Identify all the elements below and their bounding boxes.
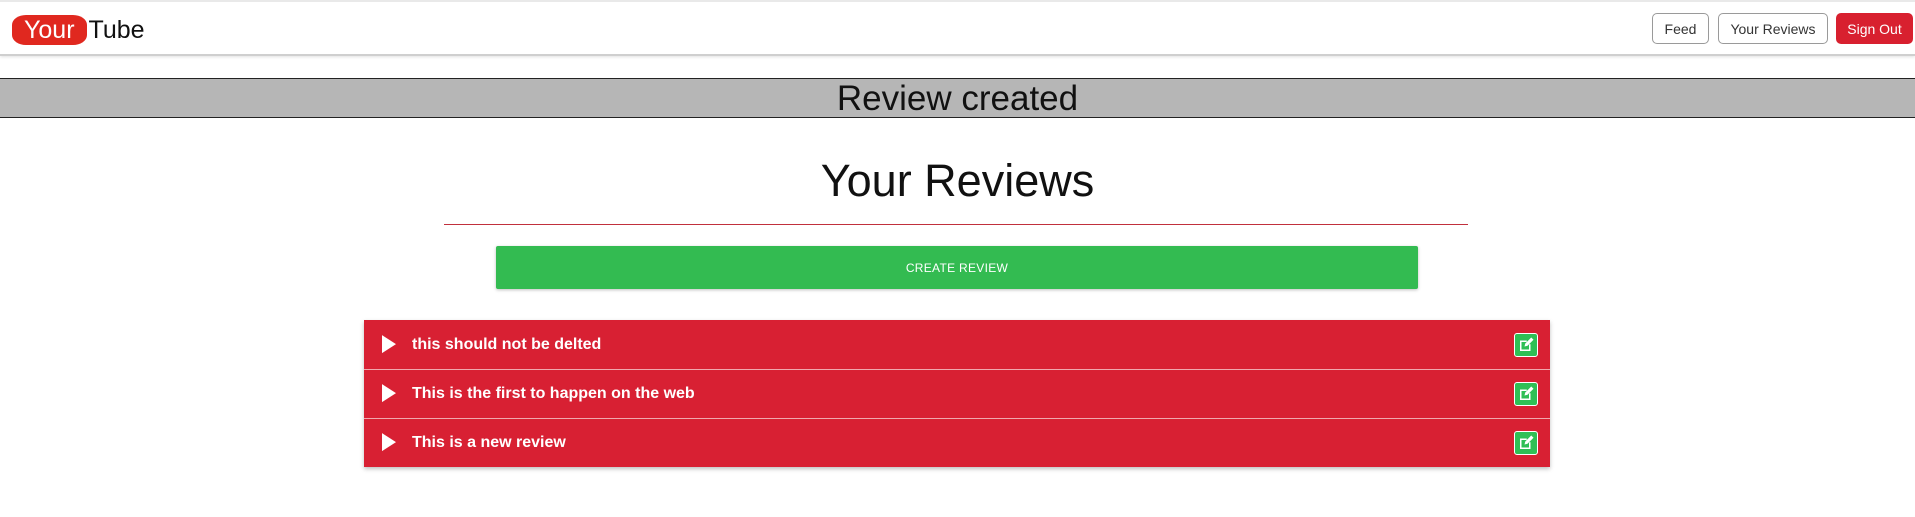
brand-tube: Tube [88,15,145,44]
review-title: this should not be delted [412,335,602,353]
navbar: Your Tube Feed Your Reviews Sign Out [0,0,1915,56]
alert-message: Review created [836,78,1079,118]
title-divider [444,224,1468,225]
sign-out-button[interactable]: Sign Out [1836,13,1913,44]
play-icon[interactable] [382,384,396,403]
brand-your: Your [12,15,87,45]
edit-icon[interactable] [1514,431,1538,455]
feed-button[interactable]: Feed [1652,13,1709,44]
play-icon[interactable] [382,334,396,353]
page-title: Your Reviews [820,155,1095,206]
review-title: This is a new review [412,434,566,451]
review-list: this should not be delted This is the fi… [364,320,1550,467]
alert-banner: Review created [0,78,1915,118]
review-item[interactable]: This is a new review [364,418,1550,467]
edit-icon[interactable] [1514,332,1538,357]
edit-icon[interactable] [1514,382,1538,406]
play-icon[interactable] [382,433,396,452]
review-item[interactable]: This is the first to happen on the web [364,369,1550,418]
your-reviews-button[interactable]: Your Reviews [1718,13,1828,44]
review-item[interactable]: this should not be delted [364,320,1550,369]
create-review-button[interactable]: CREATE REVIEW [496,246,1418,289]
review-title: This is the first to happen on the web [412,385,695,402]
brand-logo[interactable]: Your Tube [12,14,145,46]
